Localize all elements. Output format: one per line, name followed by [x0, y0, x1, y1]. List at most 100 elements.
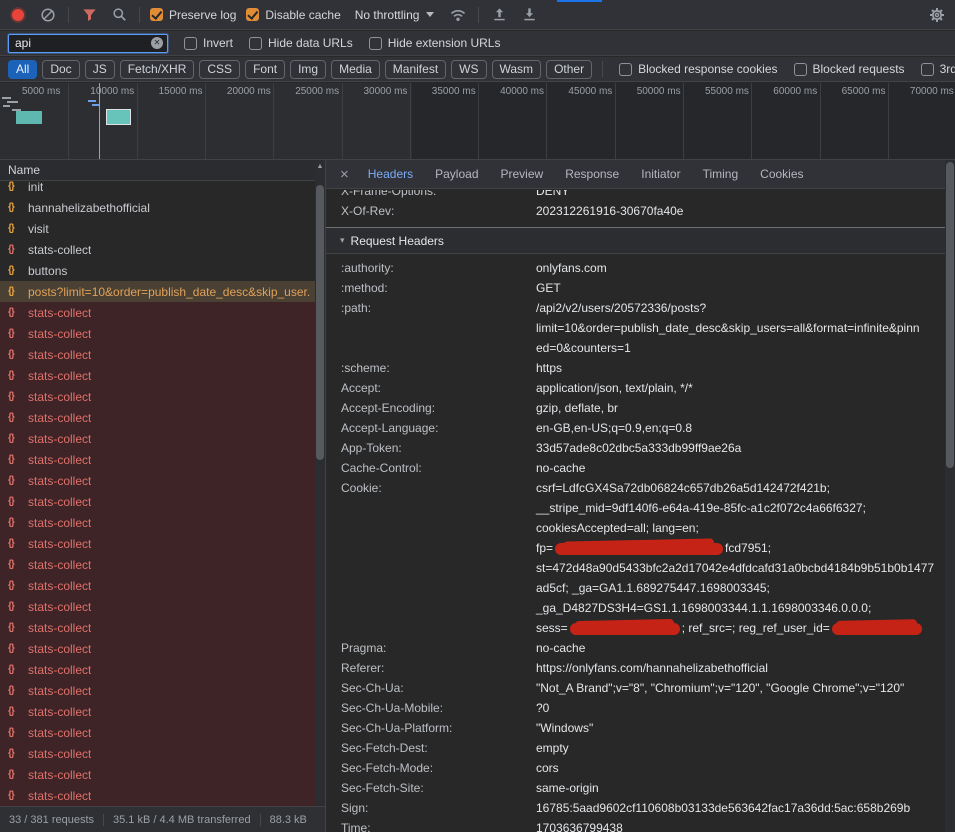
- type-filter-media[interactable]: Media: [331, 60, 380, 79]
- header-value: GET: [536, 278, 945, 298]
- request-row[interactable]: {}stats-collect: [0, 575, 315, 596]
- request-row[interactable]: {}stats-collect: [0, 512, 315, 533]
- header-row: Cache-Control:no-cache: [326, 458, 945, 478]
- request-row[interactable]: {}stats-collect: [0, 302, 315, 323]
- scroll-up-icon[interactable]: ▲: [315, 163, 325, 170]
- hide-extension-urls-checkbox[interactable]: Hide extension URLs: [369, 36, 501, 50]
- type-filter-wasm[interactable]: Wasm: [492, 60, 542, 79]
- request-row[interactable]: {}stats-collect: [0, 407, 315, 428]
- script-resource-icon: {}: [8, 790, 21, 801]
- timeline-selection-line: [99, 83, 100, 159]
- request-row[interactable]: {}stats-collect: [0, 680, 315, 701]
- request-name: stats-collect: [28, 474, 91, 488]
- header-row: Sec-Ch-Ua:"Not_A Brand";v="8", "Chromium…: [326, 678, 945, 698]
- blocked-requests-checkbox[interactable]: Blocked requests: [794, 62, 905, 76]
- tab-initiator[interactable]: Initiator: [630, 160, 691, 188]
- request-row[interactable]: {}hannahelizabethofficial: [0, 197, 315, 218]
- request-row[interactable]: {}stats-collect: [0, 596, 315, 617]
- timeline-tick-label: 40000 ms: [500, 86, 544, 97]
- tab-cookies[interactable]: Cookies: [749, 160, 814, 188]
- header-value: "Windows": [536, 718, 945, 738]
- type-filter-all[interactable]: All: [8, 60, 37, 79]
- type-filter-css[interactable]: CSS: [199, 60, 240, 79]
- search-icon[interactable]: [109, 5, 129, 25]
- tab-headers[interactable]: Headers: [357, 160, 424, 188]
- request-row[interactable]: {}stats-collect: [0, 554, 315, 575]
- throttling-dropdown[interactable]: No throttling: [351, 8, 439, 22]
- request-row[interactable]: {}stats-collect: [0, 470, 315, 491]
- script-resource-icon: {}: [8, 748, 21, 759]
- request-row[interactable]: {}posts?limit=10&order=publish_date_desc…: [0, 281, 315, 302]
- type-filter-js[interactable]: JS: [85, 60, 115, 79]
- header-value: "Not_A Brand";v="8", "Chromium";v="120",…: [536, 678, 945, 698]
- request-row[interactable]: {}stats-collect: [0, 344, 315, 365]
- export-har-icon[interactable]: [519, 5, 539, 25]
- type-filter-img[interactable]: Img: [290, 60, 326, 79]
- hide-data-urls-checkbox[interactable]: Hide data URLs: [249, 36, 353, 50]
- request-row[interactable]: {}stats-collect: [0, 386, 315, 407]
- header-value: en-GB,en-US;q=0.9,en;q=0.8: [536, 418, 945, 438]
- record-icon[interactable]: [8, 5, 28, 25]
- filter-input[interactable]: api ✕: [8, 34, 168, 53]
- type-filter-fetch-xhr[interactable]: Fetch/XHR: [120, 60, 195, 79]
- left-scrollbar[interactable]: ▲: [315, 160, 325, 806]
- invert-checkbox[interactable]: Invert: [184, 36, 233, 50]
- request-row[interactable]: {}stats-collect: [0, 449, 315, 470]
- type-filter-font[interactable]: Font: [245, 60, 285, 79]
- request-row[interactable]: {}stats-collect: [0, 491, 315, 512]
- request-headers-section-header[interactable]: ▾ Request Headers: [326, 228, 945, 254]
- request-row[interactable]: {}stats-collect: [0, 785, 315, 806]
- blocked-response-cookies-checkbox[interactable]: Blocked response cookies: [619, 62, 777, 76]
- filter-icon[interactable]: [79, 5, 99, 25]
- tab-preview[interactable]: Preview: [490, 160, 555, 188]
- name-column-header[interactable]: Name: [0, 160, 315, 181]
- resources-size: 88.3 kB: [260, 814, 316, 826]
- request-row[interactable]: {}buttons: [0, 260, 315, 281]
- request-row[interactable]: {}stats-collect: [0, 701, 315, 722]
- request-row[interactable]: {}init: [0, 181, 315, 197]
- request-row[interactable]: {}stats-collect: [0, 617, 315, 638]
- settings-gear-icon[interactable]: [927, 5, 947, 25]
- script-resource-icon: {}: [8, 601, 21, 612]
- clear-icon[interactable]: [38, 5, 58, 25]
- preserve-log-checkbox[interactable]: Preserve log: [150, 8, 236, 22]
- header-row: Accept-Language:en-GB,en-US;q=0.9,en;q=0…: [326, 418, 945, 438]
- timeline-overview[interactable]: 5000 ms10000 ms15000 ms20000 ms25000 ms3…: [0, 83, 955, 160]
- request-row[interactable]: {}stats-collect: [0, 638, 315, 659]
- request-row[interactable]: {}visit: [0, 218, 315, 239]
- clear-filter-icon[interactable]: ✕: [151, 37, 163, 49]
- tab-response[interactable]: Response: [554, 160, 630, 188]
- tab-payload[interactable]: Payload: [424, 160, 489, 188]
- header-name: X-Of-Rev:: [341, 201, 536, 221]
- request-row[interactable]: {}stats-collect: [0, 743, 315, 764]
- timeline-tick-label: 20000 ms: [227, 86, 271, 97]
- request-row[interactable]: {}stats-collect: [0, 764, 315, 785]
- import-har-icon[interactable]: [489, 5, 509, 25]
- network-conditions-icon[interactable]: [448, 5, 468, 25]
- disable-cache-checkbox[interactable]: Disable cache: [246, 8, 340, 22]
- script-resource-icon: {}: [8, 265, 21, 276]
- request-row[interactable]: {}stats-collect: [0, 533, 315, 554]
- request-row[interactable]: {}stats-collect: [0, 323, 315, 344]
- tab-timing[interactable]: Timing: [692, 160, 750, 188]
- transferred-size: 35.1 kB / 4.4 MB transferred: [103, 814, 260, 826]
- 3rd-party-requests-checkbox[interactable]: 3rd-party requests: [921, 62, 955, 76]
- right-scrollbar[interactable]: [945, 160, 955, 832]
- type-filter-ws[interactable]: WS: [451, 60, 486, 79]
- header-name: Sec-Fetch-Mode:: [341, 758, 536, 778]
- request-row[interactable]: {}stats-collect: [0, 239, 315, 260]
- request-row[interactable]: {}stats-collect: [0, 722, 315, 743]
- type-filter-doc[interactable]: Doc: [42, 60, 79, 79]
- header-row: Pragma:no-cache: [326, 638, 945, 658]
- right-scrollbar-thumb[interactable]: [946, 162, 954, 468]
- type-filter-other[interactable]: Other: [546, 60, 592, 79]
- left-scrollbar-thumb[interactable]: [316, 185, 324, 460]
- close-icon[interactable]: ×: [340, 166, 349, 183]
- request-name: hannahelizabethofficial: [28, 201, 150, 215]
- script-resource-icon: {}: [8, 391, 21, 402]
- timeline-gridline: [273, 83, 274, 159]
- request-row[interactable]: {}stats-collect: [0, 428, 315, 449]
- type-filter-manifest[interactable]: Manifest: [385, 60, 446, 79]
- request-row[interactable]: {}stats-collect: [0, 659, 315, 680]
- request-row[interactable]: {}stats-collect: [0, 365, 315, 386]
